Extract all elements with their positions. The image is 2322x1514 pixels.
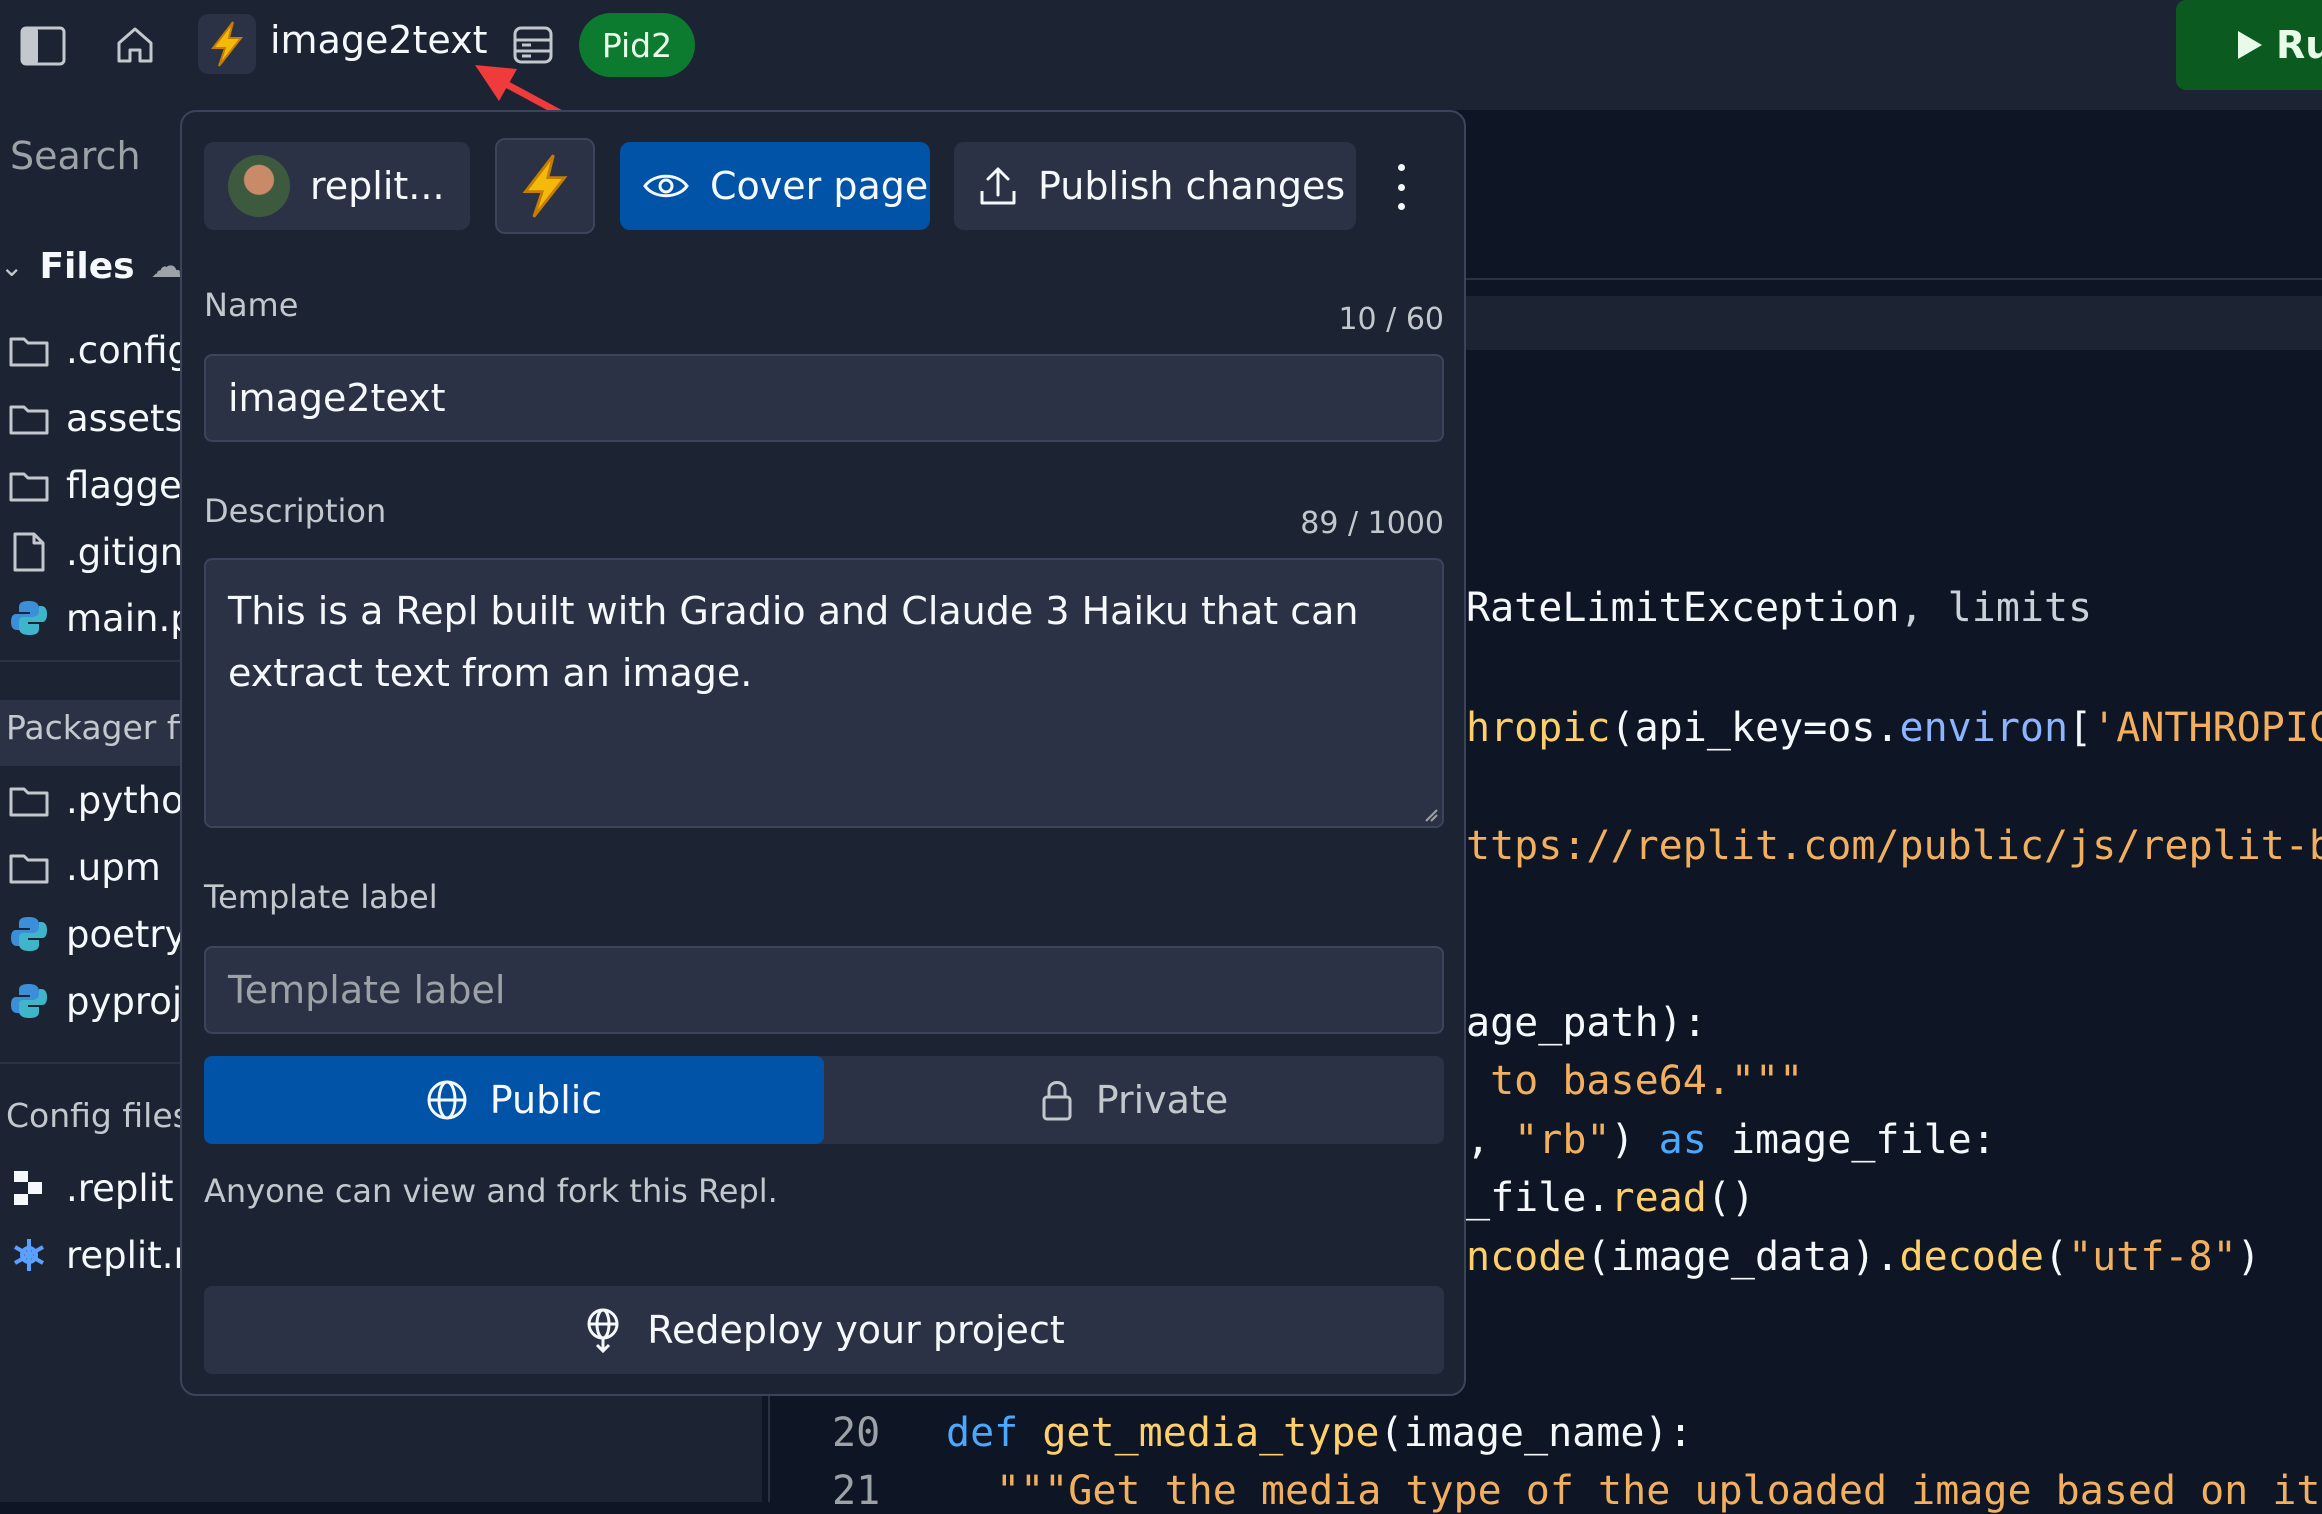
check-cloud-icon: ☁ [150,247,182,285]
tree-item-gitignore[interactable]: .gitignore [8,522,182,582]
redeploy-button[interactable]: Redeploy your project [204,1286,1444,1374]
tree-item-upm[interactable]: .upm [8,837,161,897]
run-label: Ru [2276,23,2322,67]
code-line: , "rb") as image_file: [1466,1117,1996,1163]
nix-icon [8,1235,50,1275]
line-number: 21 [832,1468,881,1514]
tree-item-pyproject[interactable]: pyproject.toml [8,971,182,1031]
description-label: Description [204,492,387,530]
owner-button[interactable]: replit... [204,142,470,230]
private-option[interactable]: Private [824,1056,1444,1144]
python-icon [8,914,50,954]
code-line: ncode(image_data).decode("utf-8") [1466,1234,2261,1280]
code-line: to base64.""" [1466,1058,1804,1104]
files-heading: Files [39,245,135,287]
folder-icon [8,330,50,370]
line-number: 20 [832,1410,881,1456]
repl-title[interactable]: image2text [270,18,488,62]
repl-lightning-icon[interactable] [198,14,256,74]
play-icon [2238,31,2262,59]
code-line: def get_media_type(image_name): [946,1410,1693,1456]
folder-icon [8,465,50,505]
tree-item-pythonlibs[interactable]: .pythonlibs [8,770,182,830]
config-files-heading[interactable]: Config files [6,1096,182,1135]
tree-item-assets[interactable]: assets [8,388,182,448]
code-line: """Get the media type of the uploaded im… [996,1468,2322,1514]
code-line: ttps://replit.com/public/js/replit-ba [1466,823,2322,869]
tab-divider [1466,278,2322,280]
code-line: RateLimitException, limits [1466,585,2093,631]
avatar [228,155,290,217]
public-option[interactable]: Public [204,1056,824,1144]
deploy-icon [587,1308,619,1353]
sidebar-toggle-icon[interactable] [18,22,68,70]
run-button[interactable]: Ru [2176,0,2322,90]
folder-icon [8,398,50,438]
name-counter: 10 / 60 [1338,302,1444,337]
folder-icon [8,847,50,887]
upload-icon [980,167,1016,205]
files-section-header[interactable]: ⌄ Files ☁ [0,236,182,296]
visibility-note: Anyone can view and fork this Repl. [204,1172,778,1210]
eye-icon [643,174,689,198]
folder-icon [8,780,50,820]
tree-item-config[interactable]: .config [8,320,182,380]
python-icon [8,981,50,1021]
description-counter: 89 / 1000 [1300,506,1444,541]
packager-files-heading[interactable]: Packager files [6,708,182,747]
cover-page-button[interactable]: Cover page [620,142,930,230]
file-icon [8,532,50,572]
repl-info-popover: replit... Cover page Publish changes Nam… [180,110,1466,1396]
template-label-heading: Template label [204,878,438,916]
name-input[interactable]: image2text [204,354,1444,442]
tree-item-poetry-lock[interactable]: poetry.lock [8,904,182,964]
replit-icon [8,1168,50,1208]
repl-icon-button[interactable] [495,138,595,234]
tree-item-replit-nix[interactable]: replit.nix [8,1225,182,1285]
tree-item-flagged[interactable]: flagged [8,455,182,515]
top-bar: image2text Pid2 Ru [0,0,2322,144]
tree-item-replit[interactable]: .replit [8,1158,173,1218]
code-line: hropic(api_key=os.environ['ANTHROPIC_ [1466,705,2322,751]
lock-icon [1042,1081,1072,1121]
search-input[interactable]: Search [10,134,141,178]
home-icon[interactable] [110,20,160,70]
resize-handle-icon[interactable] [1424,808,1438,822]
python-icon [8,598,50,638]
editor-toolbar-strip [1466,296,2322,350]
template-label-input[interactable]: Template label [204,946,1444,1034]
file-sidebar: Search ⌄ Files ☁ .config assets flagged … [0,110,182,1502]
name-label: Name [204,286,299,324]
publish-changes-button[interactable]: Publish changes [954,142,1356,230]
code-line: age_path): [1466,1000,1707,1046]
description-textarea[interactable]: This is a Repl built with Gradio and Cla… [204,558,1444,828]
code-line: _file.read() [1466,1175,1755,1221]
lightning-icon [522,154,568,218]
globe-icon [427,1080,467,1120]
more-options-icon[interactable] [1386,164,1416,210]
tree-item-main-py[interactable]: main.py [8,588,182,648]
chevron-down-icon: ⌄ [0,249,24,283]
